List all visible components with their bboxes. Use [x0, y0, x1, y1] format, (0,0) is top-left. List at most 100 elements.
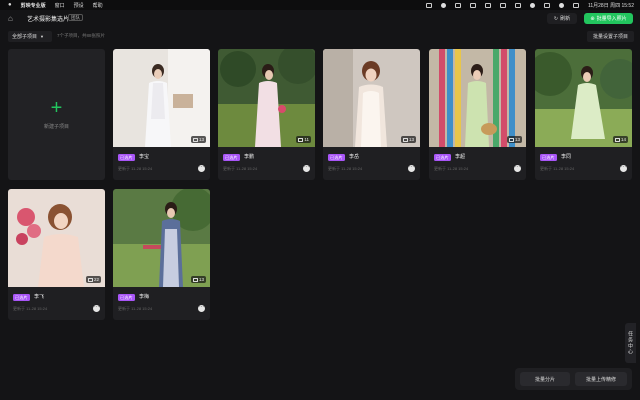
batch-split-button[interactable]: 批量分片	[520, 372, 570, 386]
subproject-name: 李宝	[139, 154, 150, 160]
refresh-button[interactable]: ↻ 刷新	[547, 13, 577, 24]
photo-count: 13	[408, 137, 414, 142]
image-icon	[298, 137, 304, 142]
task-center-tab[interactable]: 任务中心	[625, 323, 636, 363]
status-icon-2[interactable]	[440, 2, 446, 8]
more-icon[interactable]: ···	[408, 165, 415, 172]
image-icon	[614, 137, 620, 142]
cover-photo	[218, 49, 315, 147]
plus-icon: +	[50, 97, 63, 119]
apple-icon[interactable]: ●	[8, 2, 12, 8]
home-icon[interactable]: ⌂	[8, 14, 17, 23]
menubar-app-name[interactable]: 剪映专业版	[21, 2, 46, 9]
menubar-item-window[interactable]: 窗口	[55, 2, 65, 9]
more-icon[interactable]: ···	[198, 165, 205, 172]
project-summary: 7个子项目，共88张照片	[57, 33, 106, 38]
menubar-item-help[interactable]: 帮助	[93, 2, 103, 9]
cover-photo	[535, 49, 632, 147]
subproject-name: 李鹏	[244, 154, 255, 160]
menubar-datetime[interactable]: 11月28日 周四 15:52	[588, 2, 634, 9]
subproject-name: 李同	[561, 154, 572, 160]
photo-count-badge: 13	[400, 136, 416, 143]
more-icon[interactable]: ···	[514, 165, 521, 172]
subproject-meta: 更新于 11-28 15:24	[223, 166, 258, 171]
project-title: 艺术摄影集选片	[27, 17, 70, 23]
subproject-name: 李超	[455, 154, 466, 160]
cover-photo	[8, 189, 105, 287]
photo-count: 14	[620, 137, 626, 142]
bottom-action-panel: 批量分片 批量上传精修	[515, 368, 632, 390]
cover-photo	[113, 49, 210, 147]
subproject-card[interactable]: 14 已选片 李同 更新于 11-28 15:24 ···	[535, 49, 632, 180]
cover-photo	[323, 49, 420, 147]
subproject-name: 李梅	[139, 294, 150, 300]
photo-count-badge: 13	[506, 136, 522, 143]
batch-cover-button[interactable]: 批量设置子项目	[587, 31, 634, 42]
status-tag: 已选片	[434, 154, 451, 161]
photo-count: 22	[93, 277, 99, 282]
search-icon[interactable]	[558, 2, 564, 8]
photo-count: 13	[198, 137, 204, 142]
import-icon: ⊕	[590, 15, 595, 22]
more-icon[interactable]: ···	[93, 305, 100, 312]
subproject-meta: 更新于 11-28 15:24	[13, 306, 48, 311]
subproject-card[interactable]: 13 已选片 李宝 更新于 11-28 15:24 ···	[113, 49, 210, 180]
subproject-meta: 更新于 11-28 15:24	[328, 166, 363, 171]
subproject-name: 李岳	[349, 154, 360, 160]
subproject-card[interactable]: 13 已选片 李超 更新于 11-28 15:24 ···	[429, 49, 526, 180]
photo-count: 13	[198, 277, 204, 282]
wifi-icon[interactable]	[543, 2, 550, 8]
new-subproject-card[interactable]: + 新建子项目	[8, 49, 105, 180]
status-tag: 已选片	[328, 154, 345, 161]
filter-bar: 全部子项目 ▼ 7个子项目，共88张照片 批量设置子项目	[0, 30, 640, 44]
subproject-meta: 更新于 11-28 15:24	[118, 306, 153, 311]
subproject-filter-dropdown[interactable]: 全部子项目 ▼	[8, 31, 52, 42]
photo-count-badge: 14	[612, 136, 628, 143]
status-icon-3[interactable]	[454, 2, 461, 8]
control-center-icon[interactable]	[572, 2, 579, 8]
refresh-icon: ↻	[553, 15, 559, 22]
batch-import-label: 批量导入照片	[596, 16, 627, 22]
filter-dropdown-label: 全部子项目	[12, 34, 38, 40]
cover-photo	[429, 49, 526, 147]
status-tag: 已选片	[118, 154, 135, 161]
subproject-card[interactable]: 13 已选片 李岳 更新于 11-28 15:24 ···	[323, 49, 420, 180]
status-icon-7[interactable]	[514, 2, 521, 8]
status-icon-5[interactable]	[484, 2, 491, 8]
menubar: ● 剪映专业版 窗口 预设 帮助 11月28日 周四 15:52	[0, 0, 640, 10]
more-icon[interactable]: ···	[198, 305, 205, 312]
image-icon	[192, 137, 198, 142]
status-icon-8[interactable]	[529, 2, 535, 8]
menubar-item-presets[interactable]: 预设	[74, 2, 84, 9]
subproject-card[interactable]: 11 已选片 李鹏 更新于 11-28 15:24 ···	[218, 49, 315, 180]
status-icon-6[interactable]	[499, 2, 506, 8]
status-icon-1[interactable]	[425, 2, 432, 8]
batch-upload-retouch-button[interactable]: 批量上传精修	[575, 372, 627, 386]
status-icon-4[interactable]	[469, 2, 476, 8]
photo-count: 13	[514, 137, 520, 142]
team-badge: 团队	[68, 13, 83, 21]
cover-photo	[113, 189, 210, 287]
image-icon	[192, 277, 198, 282]
subproject-card[interactable]: 13 已选片 李梅 更新于 11-28 15:24 ···	[113, 189, 210, 320]
subproject-meta: 更新于 11-28 15:24	[118, 166, 153, 171]
subproject-meta: 更新于 11-28 15:24	[540, 166, 575, 171]
photo-count-badge: 22	[85, 276, 101, 283]
more-icon[interactable]: ···	[620, 165, 627, 172]
more-icon[interactable]: ···	[303, 165, 310, 172]
app-topbar: ⌂ 艺术摄影集选片 团队 ↻ 刷新 ⊕ 批量导入照片	[0, 10, 640, 28]
status-tag: 已选片	[223, 154, 240, 161]
batch-import-button[interactable]: ⊕ 批量导入照片	[584, 13, 633, 24]
refresh-label: 刷新	[560, 16, 571, 22]
status-tag: 已选片	[118, 294, 135, 301]
subproject-meta: 更新于 11-28 15:24	[434, 166, 469, 171]
image-icon	[87, 277, 93, 282]
subproject-name: 李飞	[34, 294, 45, 300]
subproject-card[interactable]: 22 已选片 李飞 更新于 11-28 15:24 ···	[8, 189, 105, 320]
image-icon	[508, 137, 514, 142]
chevron-down-icon: ▼	[40, 34, 44, 39]
image-icon	[402, 137, 408, 142]
status-tag: 已选片	[13, 294, 30, 301]
new-subproject-label: 新建子项目	[43, 124, 69, 130]
photo-count-badge: 13	[190, 136, 206, 143]
